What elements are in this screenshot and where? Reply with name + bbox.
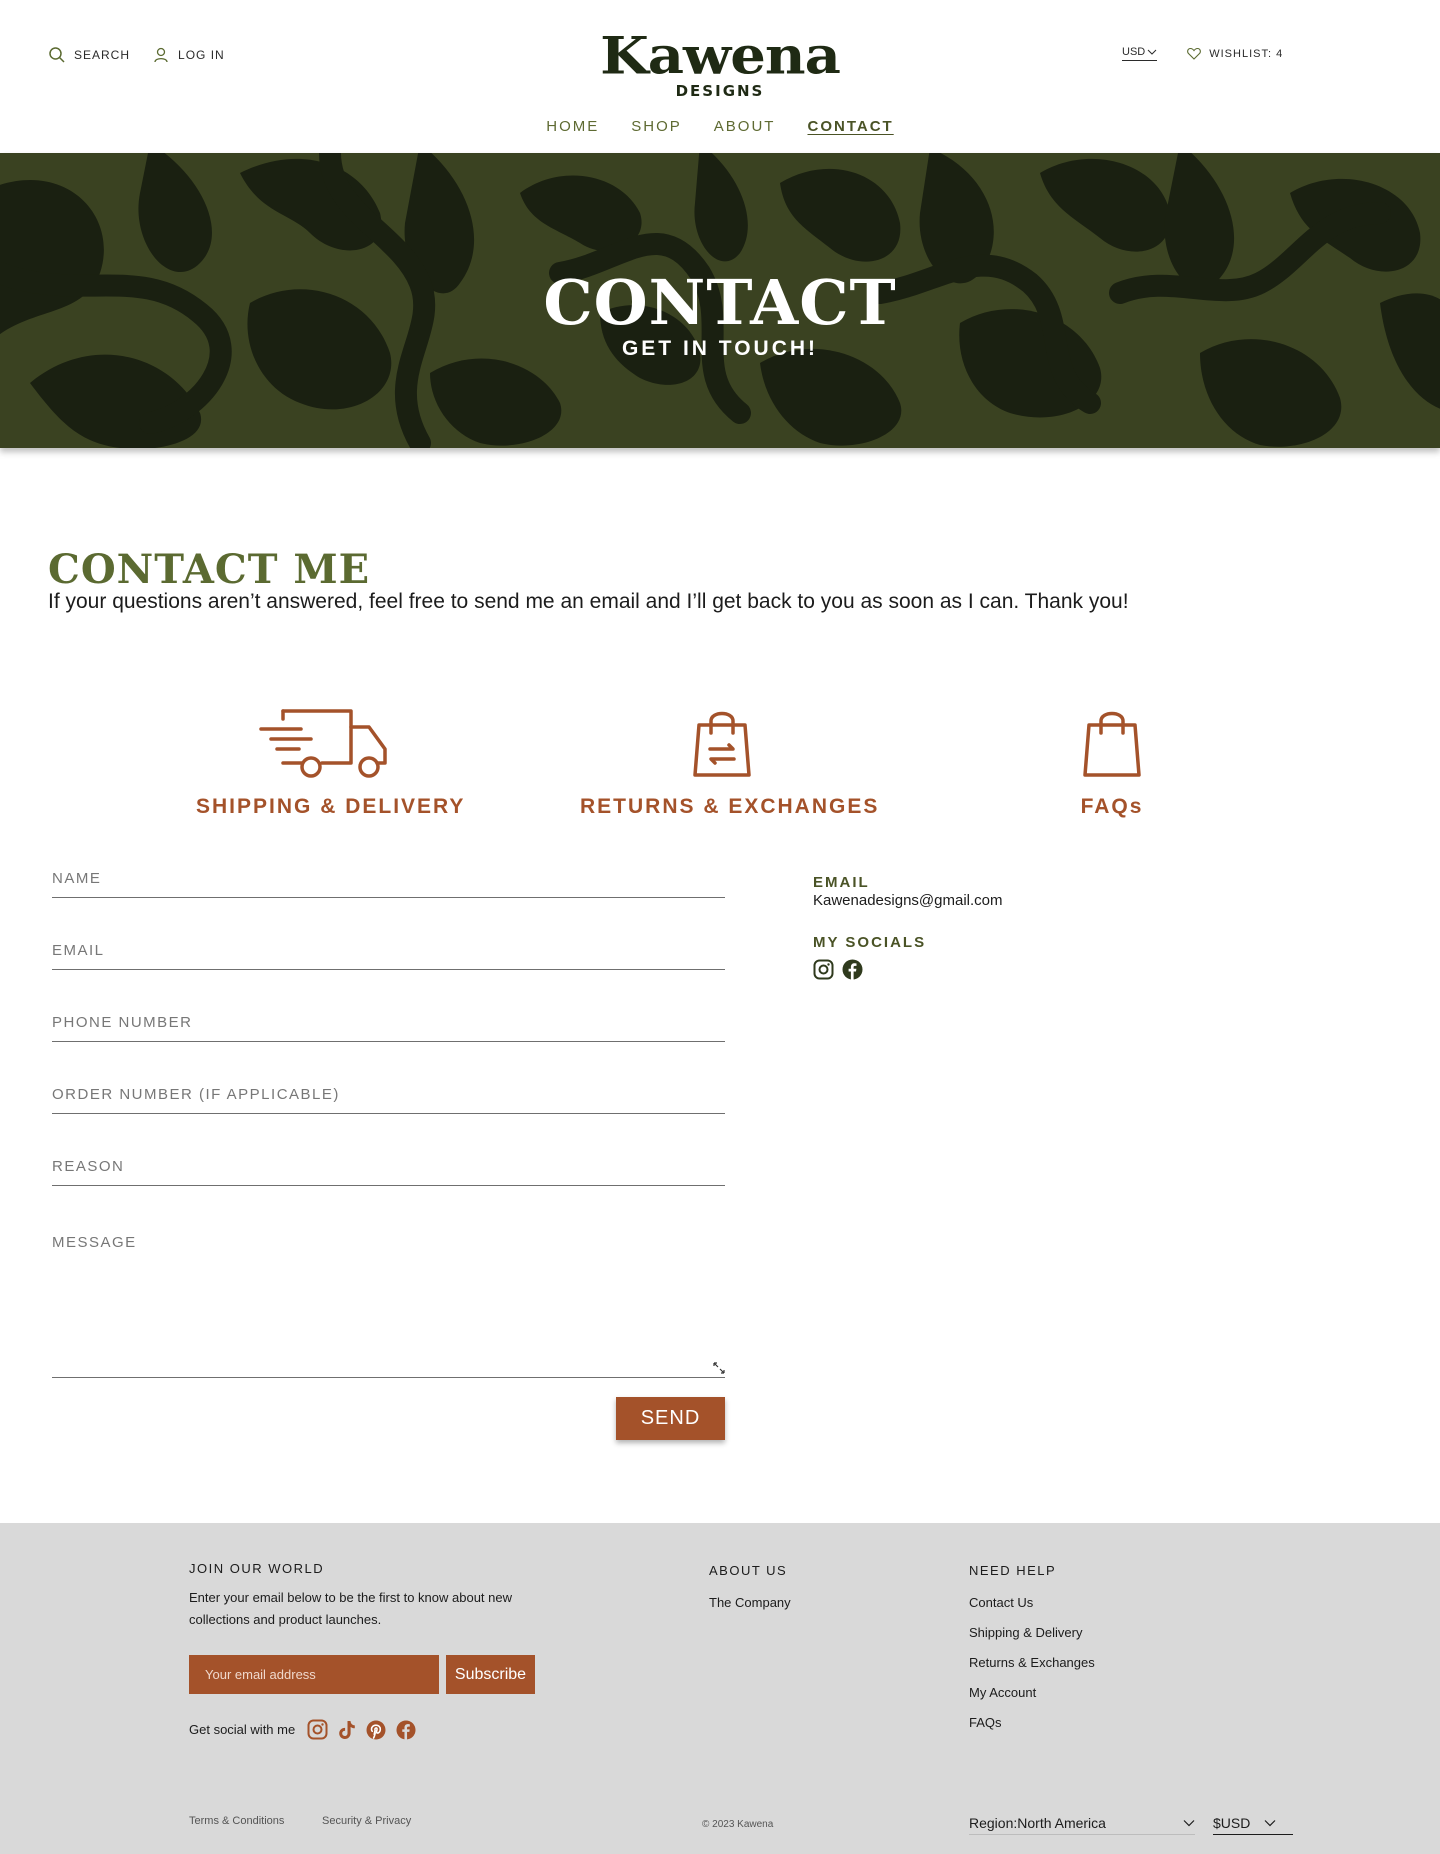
email-input[interactable] (52, 942, 725, 959)
footer-social-row: Get social with me (189, 1719, 416, 1740)
reason-field-wrap (52, 1158, 725, 1186)
footer-link-returns-exchanges[interactable]: Returns & Exchanges (969, 1655, 1095, 1670)
chevron-down-icon (1264, 1819, 1276, 1826)
newsletter-email-input[interactable] (189, 1655, 439, 1694)
footer-copyright: © 2023 Kawena (702, 1819, 774, 1830)
chevron-down-icon (1183, 1819, 1195, 1826)
contact-email-link[interactable]: Kawenadesigns@gmail.com (813, 892, 1003, 909)
pinterest-icon[interactable] (366, 1720, 386, 1740)
shipping-delivery-card[interactable]: SHIPPING & DELIVERY (196, 703, 466, 819)
site-logo[interactable]: Kawena DESIGNS (582, 26, 858, 100)
chevron-down-icon (1147, 49, 1157, 55)
message-field-wrap (52, 1234, 725, 1378)
footer-link-faqs[interactable]: FAQs (969, 1715, 1002, 1730)
footer-link-shipping-delivery[interactable]: Shipping & Delivery (969, 1625, 1082, 1640)
instagram-icon[interactable] (813, 959, 834, 980)
search-label: SEARCH (74, 48, 131, 62)
shopping-bag-exchange-icon (693, 711, 751, 777)
facebook-icon[interactable] (396, 1719, 416, 1740)
phone-input[interactable] (52, 1014, 725, 1031)
nav-item-shop[interactable]: SHOP (631, 118, 682, 135)
instagram-icon[interactable] (307, 1719, 328, 1740)
hero-title: CONTACT (543, 266, 897, 339)
shipping-delivery-label: SHIPPING & DELIVERY (196, 795, 466, 818)
region-label: Region:North America (969, 1814, 1106, 1831)
faqs-card[interactable]: FAQs (1060, 703, 1164, 819)
footer-social-label: Get social with me (189, 1722, 296, 1737)
order-number-field-wrap (52, 1086, 725, 1114)
logo-wordmark: Kawena (600, 25, 841, 87)
email-heading: EMAIL (813, 874, 870, 891)
footer-join-heading: JOIN OUR WORLD (189, 1561, 325, 1576)
login-label: LOG IN (178, 48, 225, 62)
login-link[interactable]: LOG IN (152, 46, 225, 64)
phone-field-wrap (52, 1014, 725, 1042)
name-field-wrap (52, 870, 725, 898)
message-textarea[interactable] (52, 1234, 725, 1364)
footer-terms-link[interactable]: Terms & Conditions (189, 1815, 284, 1827)
email-field-wrap (52, 942, 725, 970)
footer-about-heading: ABOUT US (709, 1563, 788, 1578)
returns-exchanges-label: RETURNS & EXCHANGES (580, 795, 880, 818)
returns-exchanges-card[interactable]: RETURNS & EXCHANGES (580, 703, 880, 819)
contact-intro-text: If your questions aren’t answered, feel … (48, 590, 1129, 613)
footer-link-the-company[interactable]: The Company (709, 1595, 791, 1610)
site-header: SEARCH LOG IN Kawena DESIGNS USD WISHLIS… (0, 0, 1440, 153)
search-icon (49, 47, 65, 63)
resize-handle-icon[interactable] (713, 1362, 725, 1374)
shopping-bag-icon (1083, 711, 1141, 777)
currency-selector[interactable]: USD (1122, 46, 1158, 61)
footer-link-contact-us[interactable]: Contact Us (969, 1595, 1033, 1610)
name-input[interactable] (52, 870, 725, 887)
socials-heading: MY SOCIALS (813, 934, 927, 951)
wishlist-label: WISHLIST: 4 (1209, 47, 1284, 60)
hero-banner: CONTACT GET IN TOUCH! (0, 153, 1440, 448)
wishlist-link[interactable]: WISHLIST: 4 (1187, 47, 1283, 60)
side-social-icons (813, 959, 863, 980)
card-icon-wrap (196, 703, 452, 779)
currency-label: USD (1122, 46, 1146, 58)
site-footer: JOIN OUR WORLD Enter your email below to… (0, 1523, 1440, 1854)
order-number-input[interactable] (52, 1086, 725, 1103)
hero-subtitle: GET IN TOUCH! (621, 337, 819, 360)
nav-item-about[interactable]: ABOUT (714, 118, 776, 135)
send-button[interactable]: SEND (616, 1397, 725, 1440)
main-nav: HOME SHOP ABOUT CONTACT (0, 118, 1440, 135)
heart-icon (1187, 47, 1202, 60)
delivery-truck-icon (259, 709, 387, 778)
footer-currency-label: $USD (1213, 1814, 1251, 1831)
subscribe-button[interactable]: Subscribe (446, 1655, 535, 1694)
card-icon-wrap (1060, 703, 1164, 779)
footer-help-heading: NEED HELP (969, 1563, 1057, 1578)
faqs-label: FAQs (1080, 795, 1144, 818)
footer-currency-selector[interactable]: $USD (1213, 1811, 1293, 1835)
tiktok-icon[interactable] (338, 1720, 356, 1740)
user-icon (154, 47, 168, 63)
search-link[interactable]: SEARCH (48, 46, 130, 64)
contact-section-title: CONTACT ME (48, 546, 371, 593)
nav-item-home[interactable]: HOME (546, 118, 599, 135)
nav-item-contact[interactable]: CONTACT (807, 118, 893, 135)
header-utility-left: SEARCH LOG IN (48, 46, 225, 64)
footer-security-link[interactable]: Security & Privacy (322, 1815, 411, 1827)
card-icon-wrap (580, 703, 864, 779)
reason-input[interactable] (52, 1158, 725, 1175)
header-utility-right: USD WISHLIST: 4 (1122, 46, 1283, 61)
facebook-icon[interactable] (842, 959, 863, 980)
footer-link-my-account[interactable]: My Account (969, 1685, 1036, 1700)
footer-join-text: Enter your email below to be the first t… (189, 1590, 513, 1627)
region-selector[interactable]: Region:North America (969, 1811, 1195, 1835)
